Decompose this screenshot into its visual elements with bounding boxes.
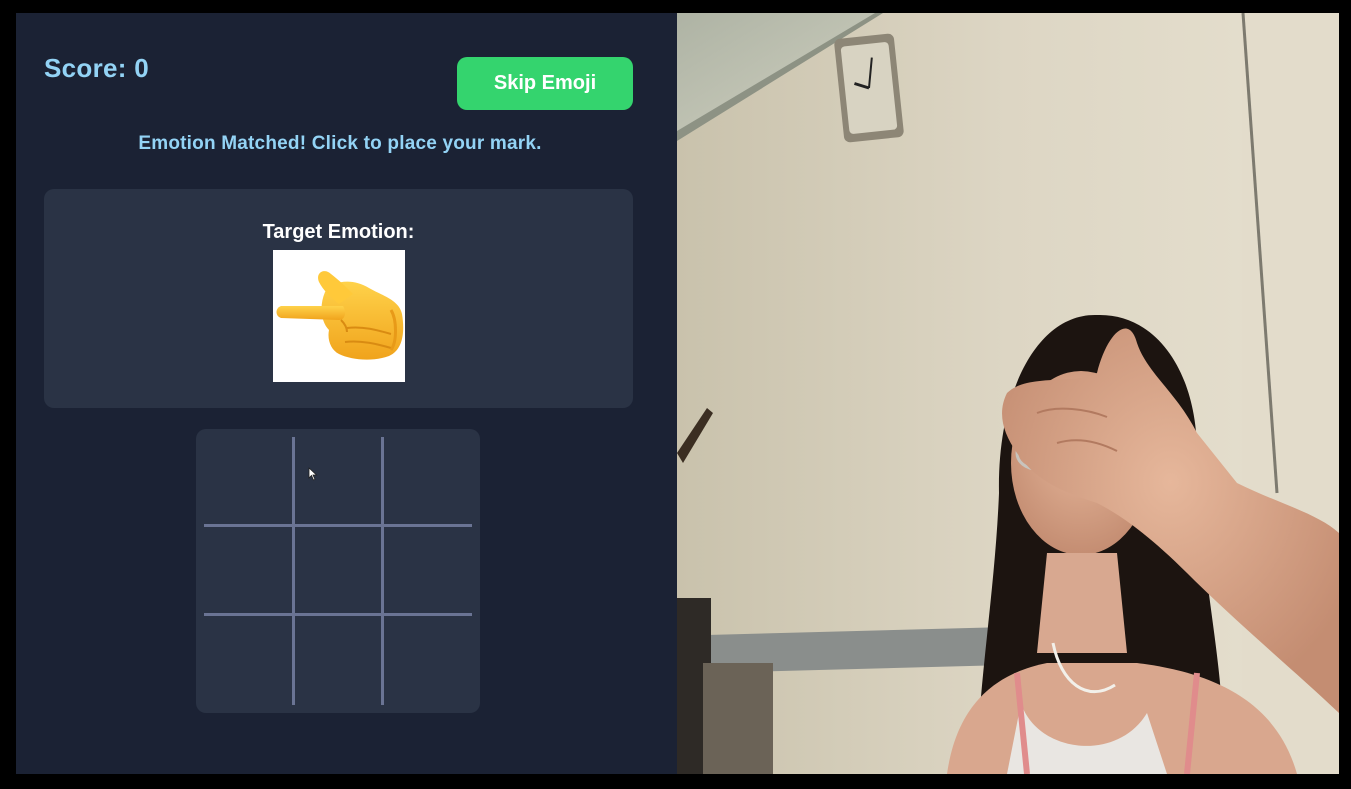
board-cell-5[interactable] xyxy=(293,526,382,615)
mouse-cursor-icon xyxy=(308,467,318,481)
grid-line-horizontal-1 xyxy=(204,524,472,527)
board-cell-6[interactable] xyxy=(382,526,471,615)
target-emotion-label: Target Emotion: xyxy=(262,221,415,243)
grid-line-vertical-1 xyxy=(292,437,295,705)
webcam-feed-person xyxy=(677,13,1339,774)
game-panel: Score: 0 Skip Emoji Emotion Matched! Cli… xyxy=(16,13,677,774)
tic-tac-toe-board xyxy=(196,429,480,713)
board-cell-1[interactable] xyxy=(204,437,293,526)
score-display: Score: 0 xyxy=(44,53,150,83)
grid-line-horizontal-2 xyxy=(204,613,472,616)
board-cell-9[interactable] xyxy=(382,615,471,704)
board-cell-4[interactable] xyxy=(204,526,293,615)
board-cell-7[interactable] xyxy=(204,615,293,704)
app-frame: Score: 0 Skip Emoji Emotion Matched! Cli… xyxy=(0,0,1351,789)
target-emoji-image xyxy=(273,250,405,382)
grid-line-vertical-2 xyxy=(381,437,384,705)
board-cell-3[interactable] xyxy=(382,437,471,526)
status-message: Emotion Matched! Click to place your mar… xyxy=(138,133,542,154)
skip-emoji-button[interactable]: Skip Emoji xyxy=(457,57,633,110)
backhand-index-pointing-left-icon xyxy=(276,271,404,360)
target-emotion-card: Target Emotion: xyxy=(44,189,633,408)
webcam-feed xyxy=(677,13,1339,774)
board-cell-8[interactable] xyxy=(293,615,382,704)
board-cell-2[interactable] xyxy=(293,437,382,526)
